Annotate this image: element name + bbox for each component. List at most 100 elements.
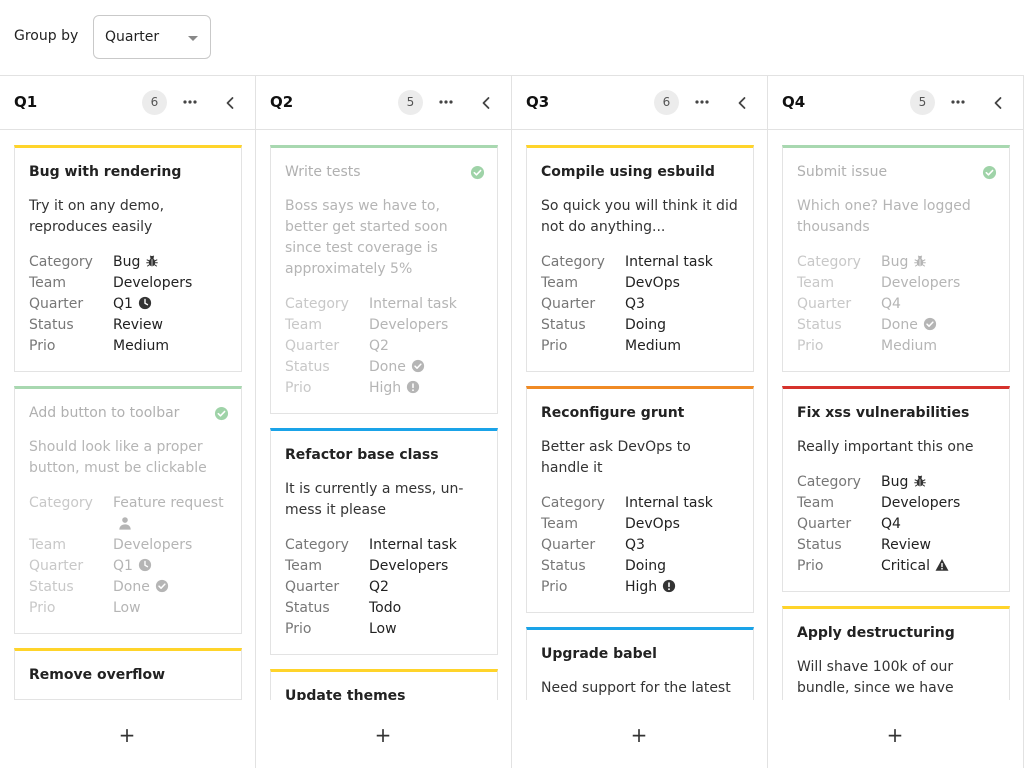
property-row: Category Internal task [285,294,483,315]
property-row: Prio Medium [797,336,995,357]
collapse-column-icon[interactable] [476,93,496,113]
property-key: Team [541,275,579,291]
card-properties: Category Internal task Team Developers Quart… [285,294,483,399]
property-key: Status [29,579,74,595]
property-key: Quarter [29,296,84,312]
group-by-value: Quarter [105,29,160,45]
add-card-button[interactable]: + [629,725,649,745]
task-card[interactable]: Add button to toolbar Should look like a … [14,386,242,634]
column-header: Q2 5 [256,76,511,130]
card-description: Really important this one [797,439,974,455]
property-row: Category Bug [29,252,227,273]
column-header: Q3 6 [512,76,767,130]
bug-icon [145,254,159,268]
property-value-text: Q2 [369,338,389,354]
property-row: Quarter Q4 [797,514,995,535]
property-value: Q2 [369,577,483,598]
column-header: Q4 5 [768,76,1023,130]
property-value: Review [113,315,227,336]
task-card[interactable]: Compile using esbuild So quick you will t… [526,145,754,372]
property-row: Team Developers [797,493,995,514]
property-value-text: Q2 [369,579,389,595]
task-card[interactable]: Remove overflow [14,648,242,700]
property-value-text: Medium [113,338,169,354]
property-value: Done [369,357,483,378]
property-key: Team [541,516,579,532]
property-key: Quarter [797,516,852,532]
group-by-select[interactable]: Quarter [93,15,211,59]
property-row: Team Developers [285,315,483,336]
property-key: Prio [29,600,56,616]
collapse-column-icon[interactable] [988,93,1008,113]
card-properties: Category Internal task Team Developers Quart… [285,535,483,640]
property-value-text: Q3 [625,296,645,312]
card-title: Write tests [285,164,361,180]
task-card[interactable]: Upgrade babel Need support for the latest [526,627,754,700]
property-value: Developers [369,556,483,577]
property-value-text: DevOps [625,275,680,291]
task-card[interactable]: Write tests Boss says we have to, better … [270,145,498,414]
collapse-column-icon[interactable] [732,93,752,113]
property-value-text: Done [881,317,918,333]
property-key: Prio [541,338,568,354]
property-row: Prio Medium [541,336,739,357]
user-icon [118,516,132,530]
property-key: Category [29,495,93,511]
property-value: Medium [881,336,995,357]
column-q1: Q1 6 Bug with rendering Try it on any demo,… [0,76,256,768]
property-row: Quarter Q3 [541,535,739,556]
card-description: Should look like a proper button, must b… [29,439,207,476]
property-value-text: Developers [369,558,449,574]
task-card[interactable]: Bug with rendering Try it on any demo, re… [14,145,242,372]
property-value-text: Q4 [881,516,901,532]
card-title: Bug with rendering [29,164,182,180]
property-value: High [625,577,739,598]
card-description: Will shave 100k of our bundle, since we … [797,659,954,696]
property-value-text: Developers [113,537,193,553]
property-row: Quarter Q1 [29,556,227,577]
property-value: Doing [625,315,739,336]
more-options-icon[interactable] [947,92,969,112]
property-key: Status [797,317,842,333]
task-card[interactable]: Reconfigure grunt Better ask DevOps to ha… [526,386,754,613]
more-options-icon[interactable] [179,92,201,112]
more-options-icon[interactable] [691,92,713,112]
property-row: Team Developers [29,273,227,294]
property-row: Status Doing [541,315,739,336]
add-card-button[interactable]: + [373,725,393,745]
property-row: Quarter Q4 [797,294,995,315]
property-value-text: Bug [113,254,141,270]
task-card[interactable]: Refactor base class It is currently a mes… [270,428,498,655]
property-key: Prio [285,380,312,396]
card-title: Add button to toolbar [29,405,180,421]
property-row: Status Review [797,535,995,556]
add-card-button[interactable]: + [117,725,137,745]
property-key: Status [29,317,74,333]
task-card[interactable]: Update themes [270,669,498,700]
property-key: Category [285,537,349,553]
property-value-text: Done [113,579,150,595]
property-key: Prio [797,338,824,354]
property-key: Team [29,275,67,291]
property-key: Team [797,275,835,291]
property-key: Category [541,254,605,270]
add-card-button[interactable]: + [885,725,905,745]
property-value: Q1 [113,294,227,315]
property-value-text: Developers [881,495,961,511]
property-value-text: Medium [881,338,937,354]
task-card[interactable]: Fix xss vulnerabilities Really important … [782,386,1010,592]
property-value-text: High [369,380,402,396]
card-description: So quick you will think it did not do an… [541,198,738,235]
task-card[interactable]: Submit issue Which one? Have logged thous… [782,145,1010,372]
property-value-text: Developers [369,317,449,333]
property-row: Category Bug [797,472,995,493]
done-check-icon [470,165,485,180]
property-row: Quarter Q2 [285,336,483,357]
add-card-row: + [768,703,1023,768]
property-value: Developers [881,273,995,294]
card-properties: Category Feature request Team Developers Qua… [29,493,227,619]
property-row: Prio Low [29,598,227,619]
task-card[interactable]: Apply destructuring Will shave 100k of ou… [782,606,1010,700]
more-options-icon[interactable] [435,92,457,112]
collapse-column-icon[interactable] [220,93,240,113]
